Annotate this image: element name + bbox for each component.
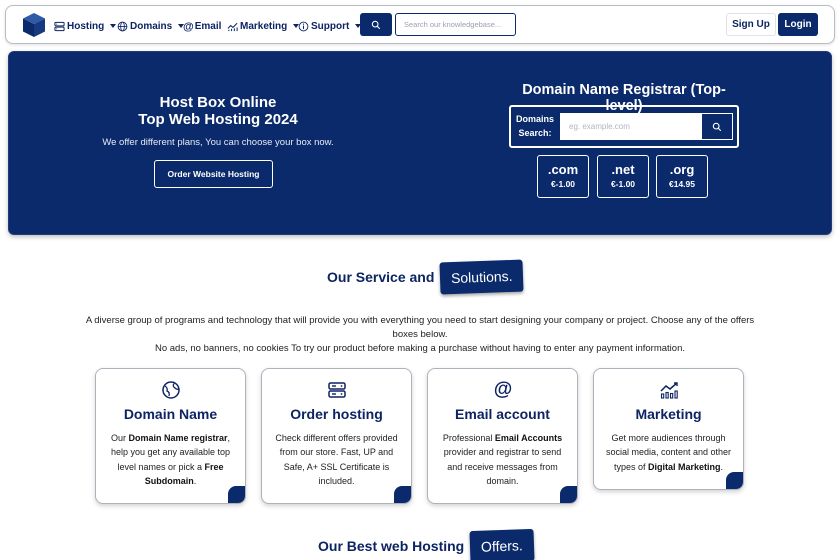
domains-label-line2: Search: [518,128,552,138]
card-text: Check different offers provided from our… [272,431,401,488]
card-title: Email account [455,406,550,422]
nav-hosting[interactable]: Hosting [54,18,117,34]
card-text: Get more audiences through social media,… [604,431,733,474]
offers-heading-text: Our Best web Hosting [318,538,465,554]
tld-name: .com [547,162,579,177]
hero-subtitle: We offer different plans, You can choose… [102,137,334,148]
domains-label-line1: Domains [515,114,554,124]
card-text-part: provider and registrar to send and recei… [443,447,562,486]
knowledgebase-search-input[interactable] [395,13,516,36]
card-marketing[interactable]: Marketing Get more audiences through soc… [593,368,744,490]
tld-price: €-1.00 [610,179,636,189]
tld-name: .net [611,162,635,177]
nav-email[interactable]: @ Email [183,18,221,34]
domains-search-label: Domains Search: [515,112,555,140]
at-icon: @ [183,20,194,33]
card-text-part: Our [110,433,129,443]
card-title: Domain Name [123,406,218,422]
nav-domains-label: Domains [130,20,173,32]
card-title: Marketing [635,406,702,422]
nav-marketing[interactable]: Marketing [227,18,300,34]
tld-org[interactable]: .org €14.95 [656,155,708,198]
tld-net[interactable]: .net €-1.00 [597,155,649,198]
search-button[interactable] [360,13,392,36]
card-text-part: . [720,461,724,472]
services-heading: Our Service and Solutions. [327,259,525,295]
nav-support[interactable]: Support [298,18,362,34]
card-order-hosting[interactable]: Order hosting Check different offers pro… [261,368,412,504]
server-icon [328,382,346,398]
chart-icon [660,382,678,399]
hero-title: Host Box Online Top Web Hosting 2024 [9,94,427,128]
server-icon [54,21,65,32]
card-text-part: Professional [442,433,495,443]
nav-support-label: Support [311,20,350,32]
search-icon [712,122,722,131]
nav-hosting-label: Hosting [67,20,105,32]
card-text-bold: Email Accounts [494,433,563,443]
services-description: A diverse group of programs and technolo… [80,314,760,356]
chart-icon [227,21,238,32]
offers-heading: Our Best web Hosting Offers. [318,528,535,560]
card-text-bold: Digital Marketing [648,461,721,472]
domain-search-box: Domains Search: [509,105,739,148]
card-corner-accent [726,472,743,489]
top-navbar: Hosting Domains @ Email Marketing Suppor… [5,5,835,44]
card-corner-accent [560,486,577,503]
info-icon [298,21,309,32]
tld-com[interactable]: .com €-1.00 [537,155,589,198]
signup-button[interactable]: Sign Up [726,13,776,36]
offers-heading-highlight: Offers. [469,528,535,560]
services-desc-line2: No ads, no banners, no cookies To try ou… [154,343,686,354]
hero-banner: Host Box Online Top Web Hosting 2024 We … [8,51,832,235]
tld-name: .org [669,162,695,177]
services-desc-line1: A diverse group of programs and technolo… [85,315,755,340]
nav-email-label: Email [194,20,222,32]
at-icon: @ [493,379,513,400]
card-corner-accent [228,486,245,503]
card-text-bold: Domain Name registrar [128,433,228,443]
card-corner-accent [394,486,411,503]
domain-search-input[interactable] [560,113,701,140]
globe-icon [162,381,180,399]
tld-price: €-1.00 [550,179,576,189]
card-text: Our Domain Name registrar, help you get … [106,431,235,488]
hero-title-line1: Host Box Online [159,94,277,111]
tld-price: €14.95 [669,179,695,189]
chevron-down-icon [110,24,117,28]
services-heading-text: Our Service and [327,269,435,285]
services-heading-highlight: Solutions. [439,259,525,295]
nav-marketing-label: Marketing [240,20,288,32]
hero-title-line2: Top Web Hosting 2024 [138,111,298,128]
card-text-part: . [193,475,197,486]
card-text: Professional Email Accounts provider and… [438,431,567,488]
card-email-account[interactable]: @ Email account Professional Email Accou… [427,368,578,504]
search-icon [371,20,381,29]
nav-domains[interactable]: Domains [117,18,185,34]
globe-icon [117,21,128,32]
logo-cube-icon[interactable] [22,12,46,38]
card-text-part: Check different offers provided from our… [275,433,398,486]
login-button[interactable]: Login [778,13,818,36]
card-title: Order hosting [290,406,383,422]
card-domain-name[interactable]: Domain Name Our Domain Name registrar, h… [95,368,246,504]
domain-search-button[interactable] [701,113,733,140]
order-website-hosting-button[interactable]: Order Website Hosting [154,160,273,188]
